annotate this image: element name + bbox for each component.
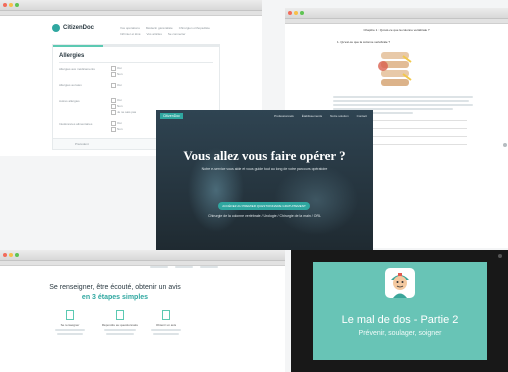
bookmarks-bar xyxy=(0,11,262,16)
step-title: Se renseigner xyxy=(60,323,80,327)
checkbox[interactable] xyxy=(111,127,116,132)
option-label: Oui xyxy=(117,83,122,87)
nav-link[interactable]: Chirurgien orthopédiste xyxy=(179,26,210,30)
checkbox[interactable] xyxy=(111,98,116,103)
hero-title: Vous allez vous faire opérer ? xyxy=(183,148,346,163)
hero-nav-link[interactable]: Établissements xyxy=(302,114,322,118)
hero-screenshot: CitizenDoc Professionnels Établissements… xyxy=(156,110,373,250)
doctor-icon xyxy=(162,310,170,320)
option-label: Non xyxy=(117,72,123,76)
steps-headline-accent: en 3 étapes simples xyxy=(81,294,149,301)
cta-button[interactable]: ACCÉDEZ AU PREMIER QUESTIONNAIRE GRATUIT… xyxy=(218,202,310,210)
option-label: Je ne sais pas xyxy=(117,110,137,114)
step-item: Se renseigner xyxy=(50,310,90,335)
steps-screenshot: Se renseigner, être écouté, obtenir un a… xyxy=(0,250,285,372)
option-label: Oui xyxy=(117,66,122,70)
checkbox[interactable] xyxy=(111,72,116,77)
hero-brand[interactable]: CitizenDoc xyxy=(160,113,183,119)
nav-link[interactable]: Se connecter xyxy=(168,32,186,36)
checkbox[interactable] xyxy=(111,66,116,71)
video-subtitle: Prévenir, soulager, soigner xyxy=(358,330,442,337)
nav-link[interactable]: Médecin généraliste xyxy=(146,26,173,30)
video-close-icon[interactable] xyxy=(498,254,502,258)
section-heading: 1. Qu'est-ce que la colonne vertébrale ? xyxy=(337,40,391,44)
hero-subtitle: Notre e-service vous aide et vous guide … xyxy=(201,167,328,171)
window-titlebar xyxy=(0,250,285,261)
option-label: Non xyxy=(117,127,123,131)
field-label: Intolérances alimentaires xyxy=(59,122,93,126)
field-label: Allergies au latex xyxy=(59,83,82,87)
nav-link[interactable]: Vos opérations xyxy=(120,26,140,30)
bookmarks-bar xyxy=(285,19,508,24)
checkbox[interactable] xyxy=(111,110,116,115)
bookmarks-bar xyxy=(0,261,285,266)
brand-logo[interactable]: CitizenDoc xyxy=(52,24,94,32)
option-label: Oui xyxy=(117,98,122,102)
step-title: Obtenir un avis xyxy=(155,323,177,327)
progress-bar xyxy=(53,45,219,47)
hero-nav: Professionnels Établissements Notre solu… xyxy=(274,114,367,118)
field-label: Autres allergies xyxy=(59,99,80,103)
step-item: Obtenir un avis xyxy=(146,310,186,335)
window-titlebar xyxy=(0,0,262,11)
doctor-avatar xyxy=(385,268,415,298)
option-label: Non xyxy=(117,104,123,108)
specialties-text: Chirurgie de la colonne vertébrale / Uro… xyxy=(208,214,321,218)
hero-nav-link[interactable]: Contact xyxy=(357,114,367,118)
brand-name: CitizenDoc xyxy=(63,25,95,31)
step-item: Répondre au questionnaire xyxy=(98,310,142,335)
main-nav: Vos opérations Médecin généraliste Chiru… xyxy=(120,26,230,36)
hero-nav-link[interactable]: Notre solution xyxy=(330,114,349,118)
previous-button[interactable]: Précédent xyxy=(75,142,89,146)
option-label: Oui xyxy=(117,121,122,125)
hero-nav-link[interactable]: Professionnels xyxy=(274,114,294,118)
nav-link[interactable]: Infirmier et kiné xyxy=(120,32,141,36)
spine-illustration xyxy=(378,52,412,86)
form-heading: Allergies xyxy=(59,53,85,59)
video-frame: Le mal de dos - Partie 2 Prévenir, soula… xyxy=(313,262,487,360)
document-icon xyxy=(66,310,74,320)
checkbox[interactable] xyxy=(111,83,116,88)
form-icon xyxy=(116,310,124,320)
side-scroll-indicator[interactable] xyxy=(503,143,507,147)
step-title: Répondre au questionnaire xyxy=(101,323,139,327)
checkbox[interactable] xyxy=(111,104,116,109)
checkbox[interactable] xyxy=(111,121,116,126)
article-title: Chapitre 1 : Qu'est-ce que la colonne ve… xyxy=(363,28,430,32)
field-label: Allergies aux médicaments xyxy=(59,67,95,71)
video-player[interactable]: Le mal de dos - Partie 2 Prévenir, soula… xyxy=(291,250,508,372)
logo-icon xyxy=(52,24,60,32)
steps-headline: Se renseigner, être écouté, obtenir un a… xyxy=(49,284,181,291)
window-titlebar xyxy=(285,8,508,19)
nav-link[interactable]: Vos articles xyxy=(147,32,162,36)
video-title: Le mal de dos - Partie 2 xyxy=(341,314,459,326)
surgeon-photo xyxy=(156,110,373,250)
doctor-face-icon xyxy=(391,273,409,298)
